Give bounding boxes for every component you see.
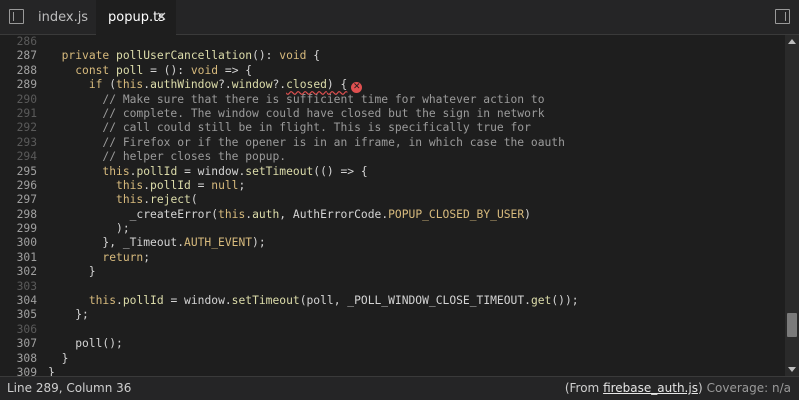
code-line[interactable]: 305 }; bbox=[0, 308, 785, 322]
toggle-navigator-icon[interactable] bbox=[9, 9, 24, 24]
code-text: }; bbox=[48, 308, 89, 322]
code-line[interactable]: 293 // Firefox or if the opener is in an… bbox=[0, 136, 785, 150]
code-line[interactable]: 301 return; bbox=[0, 251, 785, 265]
code-line[interactable]: 302 } bbox=[0, 265, 785, 279]
code-text: // complete. The window could have close… bbox=[102, 106, 545, 120]
code-line[interactable]: 290 // Make sure that there is sufficien… bbox=[0, 93, 785, 107]
tab-label: index.js bbox=[38, 10, 89, 25]
code-line[interactable]: 292 // call could still be in flight. Th… bbox=[0, 121, 785, 135]
line-number: 300 bbox=[16, 236, 37, 250]
code-line[interactable]: 308 } bbox=[0, 352, 785, 366]
code-text: } bbox=[48, 265, 96, 279]
code-line[interactable]: 287 private pollUserCancellation(): void… bbox=[0, 49, 785, 63]
code-line[interactable]: 291 // complete. The window could have c… bbox=[0, 107, 785, 121]
code-line[interactable]: 295 this.pollId = window.setTimeout(() =… bbox=[0, 165, 785, 179]
source-prefix: (From bbox=[564, 381, 604, 395]
code-text: this.reject( bbox=[116, 193, 198, 207]
code-text: }, _Timeout.AUTH_EVENT); bbox=[48, 236, 266, 250]
code-text: poll(); bbox=[48, 337, 123, 351]
line-number: 289 bbox=[16, 78, 37, 92]
line-number: 287 bbox=[16, 49, 37, 63]
code-line[interactable]: 298 _createError(this.auth, AuthErrorCod… bbox=[0, 208, 785, 222]
code-line[interactable]: 296 this.pollId = null; bbox=[0, 179, 785, 193]
line-number: 295 bbox=[16, 164, 37, 178]
code-text: // call could still be in flight. This i… bbox=[102, 121, 531, 135]
code-editor[interactable]: 286 287 private pollUserCancellation(): v… bbox=[0, 35, 785, 376]
code-line[interactable]: 303 bbox=[0, 280, 785, 294]
source-file-link[interactable]: firebase_auth.js bbox=[603, 381, 698, 395]
scroll-up-arrow-icon[interactable] bbox=[788, 39, 796, 44]
line-number: 296 bbox=[16, 178, 37, 192]
tab-index-js[interactable]: index.js bbox=[26, 0, 96, 35]
line-number: 297 bbox=[16, 193, 37, 207]
code-text: } bbox=[48, 351, 69, 365]
code-text: this.pollId = null; bbox=[116, 178, 246, 192]
code-text: } bbox=[48, 365, 55, 376]
code-line[interactable]: 299 ); bbox=[0, 222, 785, 236]
line-number: 308 bbox=[16, 351, 37, 365]
line-number: 294 bbox=[16, 150, 37, 164]
code-text: // Firefox or if the opener is in an ifr… bbox=[102, 135, 565, 149]
line-number: 288 bbox=[16, 63, 37, 77]
code-text: private pollUserCancellation(): void { bbox=[61, 49, 321, 63]
code-text: // helper closes the popup. bbox=[102, 150, 287, 164]
code-text: _createError(this.auth, AuthErrorCode.PO… bbox=[48, 207, 531, 221]
line-number: 302 bbox=[16, 265, 37, 279]
source-suffix: ) bbox=[697, 381, 703, 395]
code-line[interactable]: 306 bbox=[0, 323, 785, 337]
line-number: 301 bbox=[16, 250, 37, 264]
code-text: // Make sure that there is sufficient ti… bbox=[102, 92, 545, 106]
toggle-sidebar-icon[interactable] bbox=[775, 9, 790, 24]
line-number: 292 bbox=[16, 121, 37, 135]
line-number: 298 bbox=[16, 207, 37, 221]
line-number: 299 bbox=[16, 222, 37, 236]
tab-bar: index.js popup.ts ✕ bbox=[0, 0, 799, 36]
coverage-label: Coverage: n/a bbox=[706, 381, 791, 395]
code-text: const poll = (): void => { bbox=[75, 63, 253, 77]
line-number: 304 bbox=[16, 294, 37, 308]
code-text: return; bbox=[102, 250, 151, 264]
code-line[interactable]: 307 poll(); bbox=[0, 337, 785, 351]
code-line[interactable]: 288 const poll = (): void => { bbox=[0, 64, 785, 78]
source-info: (From firebase_auth.js) Coverage: n/a bbox=[565, 377, 791, 400]
tab-popup-ts[interactable]: popup.ts ✕ bbox=[96, 0, 176, 36]
line-number: 307 bbox=[16, 337, 37, 351]
line-number: 290 bbox=[16, 92, 37, 106]
code-text: this.pollId = window.setTimeout(poll, _P… bbox=[88, 294, 579, 308]
code-text: if (this.authWindow?.window?.closed) {✕ bbox=[88, 78, 363, 94]
code-line[interactable]: 286 bbox=[0, 35, 785, 49]
vertical-scrollbar[interactable] bbox=[785, 35, 799, 376]
code-line[interactable]: 297 this.reject( bbox=[0, 193, 785, 207]
code-line[interactable]: 294 // helper closes the popup. bbox=[0, 150, 785, 164]
code-line[interactable]: 304 this.pollId = window.setTimeout(poll… bbox=[0, 294, 785, 308]
scroll-down-arrow-icon[interactable] bbox=[788, 367, 796, 372]
code-text: ); bbox=[48, 222, 130, 236]
line-number: 291 bbox=[16, 106, 37, 120]
scrollbar-thumb[interactable] bbox=[787, 313, 797, 337]
line-number: 309 bbox=[16, 365, 37, 376]
cursor-position: Line 289, Column 36 bbox=[7, 381, 132, 395]
line-number: 305 bbox=[16, 308, 37, 322]
code-text: this.pollId = window.setTimeout(() => { bbox=[102, 164, 368, 178]
line-number: 306 bbox=[16, 322, 37, 336]
code-line[interactable]: 309} bbox=[0, 366, 785, 376]
code-line[interactable]: 289 if (this.authWindow?.window?.closed)… bbox=[0, 78, 785, 94]
code-line[interactable]: 300 }, _Timeout.AUTH_EVENT); bbox=[0, 236, 785, 250]
line-number: 303 bbox=[16, 279, 37, 293]
close-tab-icon[interactable]: ✕ bbox=[156, 0, 167, 35]
line-number: 286 bbox=[16, 35, 37, 48]
status-bar: Line 289, Column 36 (From firebase_auth.… bbox=[0, 376, 799, 400]
line-number: 293 bbox=[16, 135, 37, 149]
error-icon[interactable]: ✕ bbox=[351, 82, 363, 94]
